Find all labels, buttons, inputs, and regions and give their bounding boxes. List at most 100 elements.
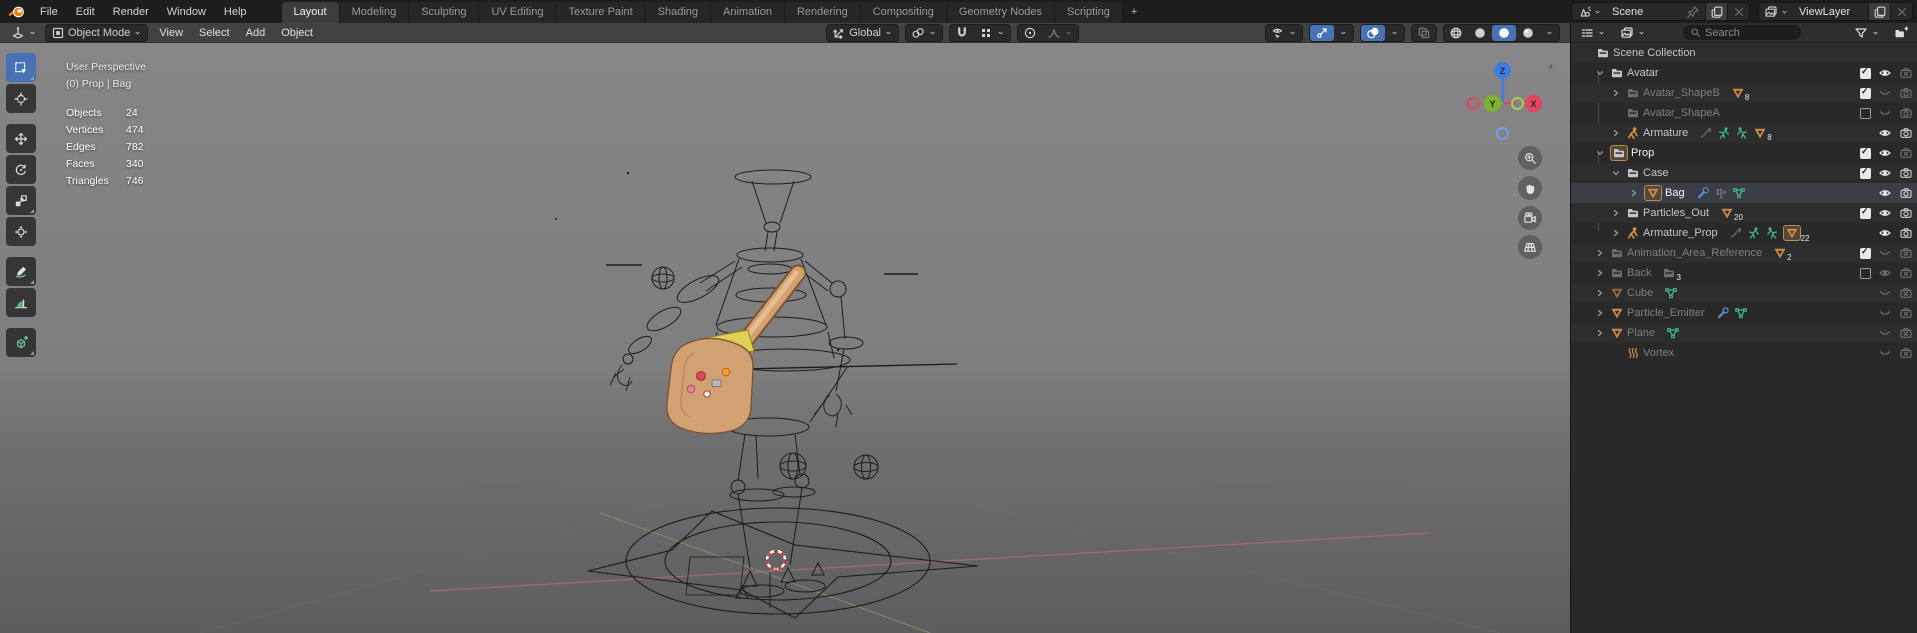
gizmo-x-axis[interactable]: X xyxy=(1525,95,1542,112)
render-camera-icon[interactable] xyxy=(1899,106,1913,120)
menu-edit[interactable]: Edit xyxy=(67,0,104,23)
row-label[interactable]: Avatar_ShapeB xyxy=(1643,87,1720,99)
eye-icon[interactable] xyxy=(1878,266,1892,280)
tab-scripting[interactable]: Scripting xyxy=(1055,2,1123,23)
tab-compositing[interactable]: Compositing xyxy=(861,2,947,23)
outliner-row-armature[interactable]: Armature 8 xyxy=(1571,123,1917,143)
row-label[interactable]: Back xyxy=(1627,267,1651,279)
render-camera-icon[interactable] xyxy=(1899,86,1913,100)
gizmos-toggle[interactable] xyxy=(1310,25,1334,41)
tool-move[interactable] xyxy=(6,124,36,153)
scene-delete-button[interactable] xyxy=(1727,3,1749,20)
tool-rotate[interactable] xyxy=(6,155,36,184)
eye-icon[interactable] xyxy=(1878,166,1892,180)
eye-icon[interactable] xyxy=(1878,146,1892,160)
pivot-point-dropdown[interactable] xyxy=(905,24,943,42)
row-label[interactable]: Plane xyxy=(1627,327,1655,339)
tool-annotate[interactable] xyxy=(6,257,36,286)
shading-solid-button[interactable] xyxy=(1468,25,1492,41)
sidebar-toggle-arrow[interactable]: ‹ xyxy=(1549,59,1553,73)
expand-arrow-icon[interactable] xyxy=(1609,206,1623,220)
expand-arrow-icon[interactable] xyxy=(1609,86,1623,100)
eye-icon[interactable] xyxy=(1878,126,1892,140)
display-mode-dropdown[interactable] xyxy=(1575,24,1611,42)
exclude-checkbox[interactable] xyxy=(1860,168,1871,179)
scene-browse-button[interactable] xyxy=(1572,3,1607,20)
filter-dropdown[interactable] xyxy=(1849,24,1885,42)
tool-add-cube[interactable] xyxy=(6,328,36,357)
snap-settings-dropdown[interactable] xyxy=(974,25,1010,41)
tab-texture-paint[interactable]: Texture Paint xyxy=(556,2,645,23)
tab-rendering[interactable]: Rendering xyxy=(785,2,861,23)
orthographic-toggle-button[interactable] xyxy=(1518,235,1542,259)
tool-cursor[interactable] xyxy=(6,84,36,113)
outliner-row-back[interactable]: Back 3 xyxy=(1571,263,1917,283)
editor-type-button[interactable] xyxy=(6,24,42,42)
exclude-checkbox[interactable] xyxy=(1860,108,1871,119)
row-label[interactable]: Scene Collection xyxy=(1613,47,1696,59)
eye-closed-icon[interactable] xyxy=(1878,286,1892,300)
row-label[interactable]: Avatar_ShapeA xyxy=(1643,107,1720,119)
menu-render[interactable]: Render xyxy=(104,0,158,23)
render-disabled-icon[interactable] xyxy=(1899,326,1913,340)
eye-closed-icon[interactable] xyxy=(1878,306,1892,320)
tab-modeling[interactable]: Modeling xyxy=(340,2,410,23)
mode-dropdown[interactable]: Object Mode xyxy=(45,24,148,42)
falloff-dropdown[interactable] xyxy=(1042,25,1078,41)
tab-layout[interactable]: Layout xyxy=(282,2,340,23)
render-camera-icon[interactable] xyxy=(1899,126,1913,140)
add-workspace-button[interactable]: + xyxy=(1123,2,1145,23)
transform-orientation-dropdown[interactable]: Global xyxy=(826,24,899,42)
render-disabled-icon[interactable] xyxy=(1899,286,1913,300)
exclude-checkbox[interactable] xyxy=(1860,208,1871,219)
overlays-dropdown[interactable] xyxy=(1385,25,1404,41)
outliner-row-prop[interactable]: Prop xyxy=(1571,143,1917,163)
pan-hand-button[interactable] xyxy=(1518,176,1542,200)
new-collection-button[interactable] xyxy=(1889,24,1913,42)
object-visibility-dropdown[interactable] xyxy=(1265,24,1303,42)
menu-help[interactable]: Help xyxy=(215,0,256,23)
overlays-toggle[interactable] xyxy=(1361,25,1385,41)
row-label[interactable]: Animation_Area_Reference xyxy=(1627,247,1762,259)
tab-animation[interactable]: Animation xyxy=(711,2,785,23)
eye-icon[interactable] xyxy=(1878,186,1892,200)
viewlayer-name[interactable]: ViewLayer xyxy=(1794,3,1868,20)
gizmo-minus-z-axis[interactable] xyxy=(1496,127,1509,140)
outliner-row-particle-emitter[interactable]: Particle_Emitter xyxy=(1571,303,1917,323)
expand-arrow-icon[interactable] xyxy=(1609,226,1623,240)
tab-geometry-nodes[interactable]: Geometry Nodes xyxy=(947,2,1055,23)
shading-wireframe-button[interactable] xyxy=(1444,25,1468,41)
menu-select[interactable]: Select xyxy=(191,27,238,39)
collapse-arrow-icon[interactable] xyxy=(1593,146,1607,160)
outliner-row-case[interactable]: Case xyxy=(1571,163,1917,183)
gizmo-z-axis[interactable]: Z xyxy=(1494,62,1511,79)
zoom-button[interactable] xyxy=(1518,146,1542,170)
snap-toggle[interactable] xyxy=(950,25,974,41)
exclude-checkbox[interactable] xyxy=(1860,248,1871,259)
menu-object[interactable]: Object xyxy=(273,27,321,39)
exclude-checkbox[interactable] xyxy=(1860,148,1871,159)
exclude-checkbox[interactable] xyxy=(1860,88,1871,99)
gizmo-minus-x-axis[interactable] xyxy=(1467,97,1480,110)
outliner-row-scene-collection[interactable]: Scene Collection xyxy=(1571,43,1917,63)
expand-arrow-icon[interactable] xyxy=(1593,306,1607,320)
row-label[interactable]: Cube xyxy=(1627,287,1653,299)
expand-arrow-icon[interactable] xyxy=(1593,326,1607,340)
outliner-row-vortex[interactable]: Vortex xyxy=(1571,343,1917,363)
shading-material-button[interactable] xyxy=(1492,25,1516,41)
viewlayer-new-button[interactable] xyxy=(1868,3,1890,20)
outliner-row-armature-prop[interactable]: Armature_Prop 22 xyxy=(1571,223,1917,243)
outliner-row-particles-out[interactable]: Particles_Out 20 xyxy=(1571,203,1917,223)
expand-arrow-icon[interactable] xyxy=(1593,266,1607,280)
eye-icon[interactable] xyxy=(1878,206,1892,220)
render-disabled-icon[interactable] xyxy=(1899,346,1913,360)
row-label[interactable]: Bag xyxy=(1665,187,1685,199)
row-label[interactable]: Armature_Prop xyxy=(1643,227,1718,239)
eye-closed-icon[interactable] xyxy=(1878,326,1892,340)
viewlayer-mode-icon[interactable] xyxy=(1615,24,1651,42)
render-camera-icon[interactable] xyxy=(1899,266,1913,280)
exclude-checkbox[interactable] xyxy=(1860,268,1871,279)
collapse-arrow-icon[interactable] xyxy=(1609,166,1623,180)
render-camera-icon[interactable] xyxy=(1899,146,1913,160)
outliner-row-avatar[interactable]: Avatar xyxy=(1571,63,1917,83)
